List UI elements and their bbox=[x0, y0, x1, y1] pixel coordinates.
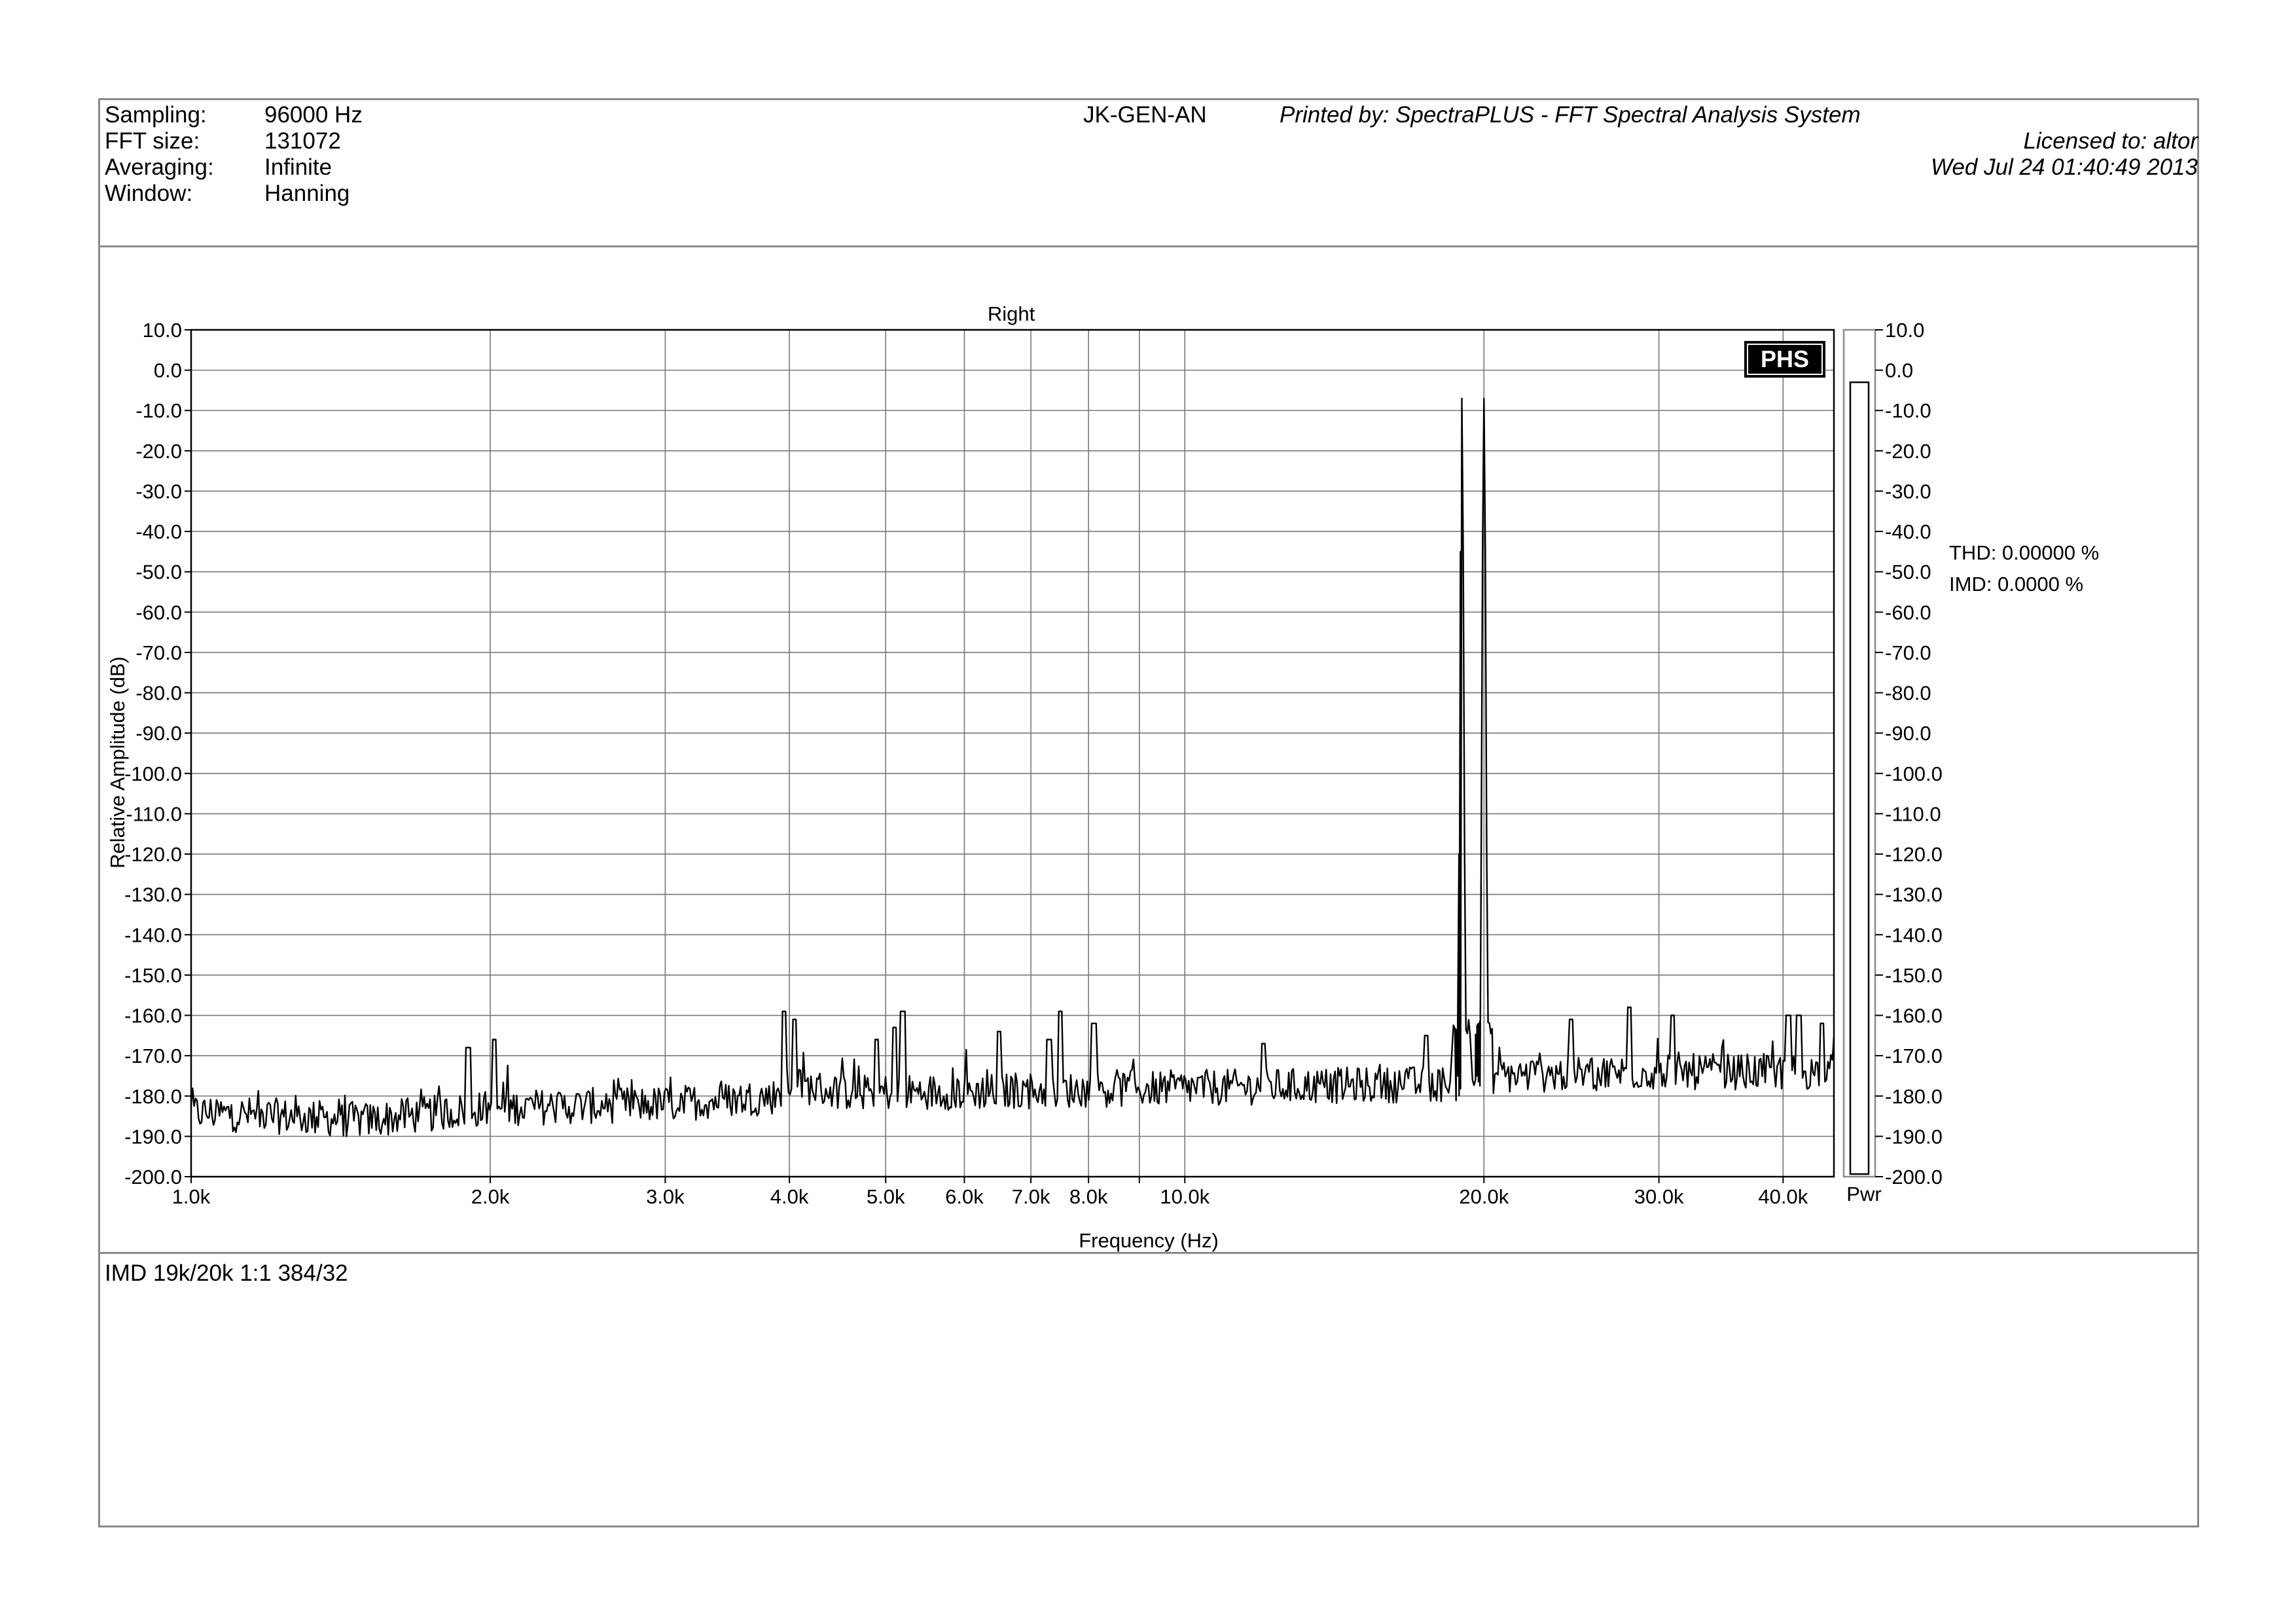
x-tick-label: 3.0k bbox=[646, 1185, 685, 1208]
chart-title: Right bbox=[988, 302, 1035, 325]
power-scale-label: -20.0 bbox=[1885, 440, 1931, 463]
x-tick-label: 5.0k bbox=[867, 1185, 905, 1208]
y-axis-label: Relative Amplitude (dB) bbox=[106, 656, 129, 868]
power-scale-label: -100.0 bbox=[1885, 762, 1943, 785]
power-scale-label: -50.0 bbox=[1885, 561, 1931, 584]
power-bar-level bbox=[1849, 381, 1870, 1175]
x-tick-label: 7.0k bbox=[1012, 1185, 1050, 1208]
y-tick-label: -70.0 bbox=[135, 641, 182, 664]
y-tick-label: -170.0 bbox=[124, 1044, 182, 1067]
y-tick-label: -60.0 bbox=[135, 601, 182, 624]
y-tick-label: -180.0 bbox=[124, 1085, 182, 1108]
x-tick-labels: 1.0k 2.0k 3.0k 4.0k 5.0k 6.0k 7.0k 8.0k 10.0k 20.… bbox=[172, 1185, 1808, 1208]
phs-logo-text: PHS bbox=[1761, 346, 1809, 372]
x-tick-label: 10.0k bbox=[1160, 1185, 1210, 1208]
y-tick-label: -80.0 bbox=[135, 682, 182, 705]
power-scale-label: -80.0 bbox=[1885, 682, 1931, 705]
x-tick-label: 4.0k bbox=[770, 1185, 809, 1208]
y-tick-label: -110.0 bbox=[126, 802, 182, 825]
y-tick-label: -20.0 bbox=[135, 440, 182, 463]
spectrum-trace bbox=[190, 397, 1835, 1137]
power-scale-label: -170.0 bbox=[1885, 1044, 1943, 1067]
x-tick-label: 40.0k bbox=[1758, 1185, 1808, 1208]
power-scale-label: -30.0 bbox=[1885, 480, 1931, 503]
y-tick-label: -50.0 bbox=[135, 561, 182, 584]
y-tick-label: -10.0 bbox=[135, 399, 182, 422]
power-scale-label: -130.0 bbox=[1885, 883, 1943, 906]
y-tick-label: -100.0 bbox=[124, 762, 182, 785]
power-scale-label: -200.0 bbox=[1885, 1166, 1943, 1188]
power-scale-label: -190.0 bbox=[1885, 1125, 1943, 1148]
power-scale-label: 10.0 bbox=[1885, 319, 1924, 342]
grid bbox=[185, 329, 1834, 1183]
spectrum-chart: 10.0 0.0 -10.0 -20.0 -30.0 -40.0 -50.0 -60.0 -70… bbox=[106, 302, 2099, 1252]
power-scale-label: -150.0 bbox=[1885, 964, 1943, 987]
y-tick-label: -190.0 bbox=[124, 1125, 182, 1148]
x-tick-label: 6.0k bbox=[945, 1185, 984, 1208]
imd-readout: IMD: 0.0000 % bbox=[1949, 573, 2083, 596]
y-tick-label: -120.0 bbox=[124, 843, 182, 866]
y-tick-label: -150.0 bbox=[124, 964, 182, 987]
plot-border bbox=[190, 329, 1835, 1178]
x-tick-label: 30.0k bbox=[1634, 1185, 1684, 1208]
y-tick-label: -160.0 bbox=[124, 1005, 182, 1027]
phs-logo: PHS bbox=[1744, 341, 1825, 378]
y-tick-label: -30.0 bbox=[135, 480, 182, 503]
x-tick-label: 2.0k bbox=[471, 1185, 510, 1208]
power-scale-label: -160.0 bbox=[1885, 1005, 1943, 1027]
power-scale-label: -110.0 bbox=[1885, 802, 1941, 825]
power-scale-label: -10.0 bbox=[1885, 399, 1931, 422]
power-scale-label: -120.0 bbox=[1885, 843, 1943, 866]
power-scale-label: -140.0 bbox=[1885, 923, 1943, 946]
power-scale-label: 0.0 bbox=[1885, 359, 1913, 382]
y-tick-label: 10.0 bbox=[143, 319, 182, 342]
power-scale-label: -180.0 bbox=[1885, 1085, 1943, 1108]
y-tick-label: -140.0 bbox=[124, 923, 182, 946]
power-scale-label: -90.0 bbox=[1885, 722, 1931, 745]
power-scale-label: -70.0 bbox=[1885, 641, 1931, 664]
y-tick-label: -40.0 bbox=[135, 520, 182, 543]
power-scale-labels: 10.0 0.0 -10.0 -20.0 -30.0 -40.0 -50.0 -60.0 -70… bbox=[1875, 319, 1943, 1188]
thd-readout: THD: 0.00000 % bbox=[1949, 541, 2099, 564]
power-scale-label: -40.0 bbox=[1885, 520, 1931, 543]
power-scale-label: -60.0 bbox=[1885, 601, 1931, 624]
x-axis-label: Frequency (Hz) bbox=[1079, 1229, 1219, 1252]
power-bar: Pwr bbox=[1842, 329, 1882, 1205]
y-tick-label: -90.0 bbox=[135, 722, 182, 745]
power-bar-label: Pwr bbox=[1846, 1183, 1881, 1205]
x-tick-label: 20.0k bbox=[1459, 1185, 1509, 1208]
y-tick-label: 0.0 bbox=[154, 359, 182, 382]
y-tick-label: -130.0 bbox=[124, 883, 182, 906]
x-tick-label: 8.0k bbox=[1069, 1185, 1108, 1208]
x-tick-label: 1.0k bbox=[172, 1185, 211, 1208]
y-tick-labels: 10.0 0.0 -10.0 -20.0 -30.0 -40.0 -50.0 -60.0 -70… bbox=[124, 319, 182, 1188]
